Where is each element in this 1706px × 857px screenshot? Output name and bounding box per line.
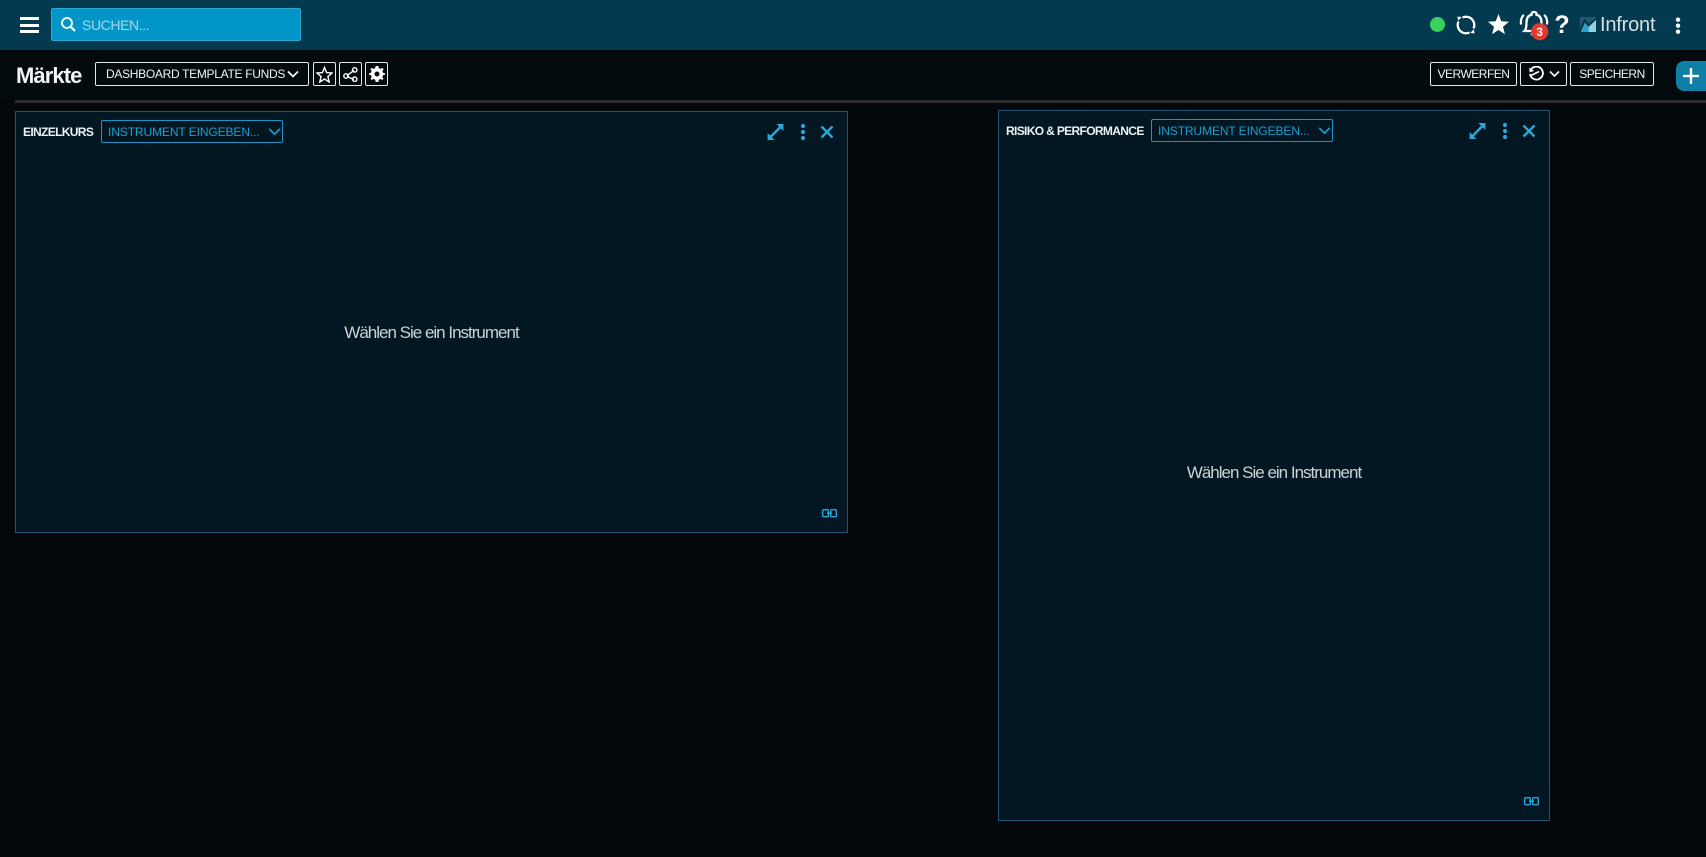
svg-text:3: 3 bbox=[1536, 27, 1542, 39]
